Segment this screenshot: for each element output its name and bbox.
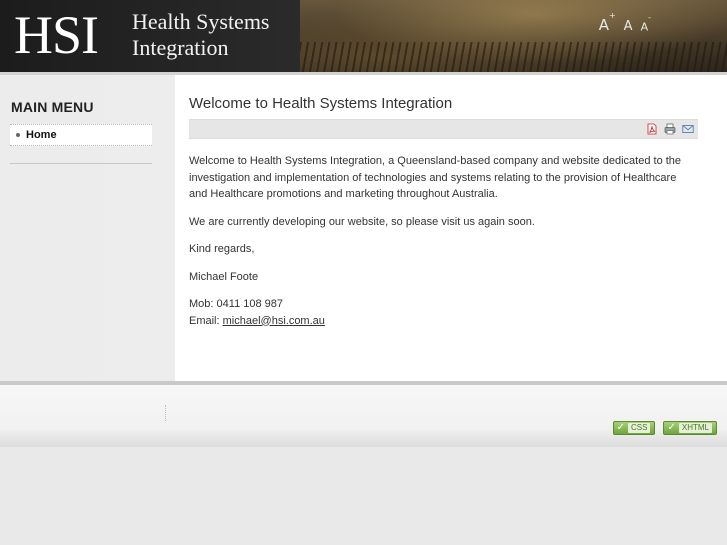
site-footer: ✓ CSS ✓ XHTML	[0, 385, 727, 447]
check-icon: ✓	[667, 422, 676, 433]
mob-label: Mob:	[189, 298, 214, 310]
page-background	[0, 447, 727, 545]
logo-name-line2[interactable]: Integration	[132, 36, 229, 60]
logo-name-line1[interactable]: Health Systems	[132, 10, 270, 34]
font-increase-button[interactable]: A+	[599, 11, 616, 34]
intro-paragraph: Welcome to Health Systems Integration, a…	[189, 155, 682, 200]
email-icon[interactable]	[682, 123, 694, 135]
main-content: Welcome to Health Systems Integration We…	[175, 75, 727, 381]
logo-abbreviation[interactable]: HSI	[14, 6, 99, 64]
article-body: Welcome to Health Systems Integration, a…	[189, 153, 694, 340]
status-paragraph: We are currently developing our website,…	[189, 215, 535, 228]
page-title: Welcome to Health Systems Integration	[189, 95, 453, 112]
signature-name: Michael Foote	[189, 270, 259, 283]
contact-block: Mob: 0411 108 987 Email: michael@hsi.com…	[189, 296, 694, 329]
sidebar-item-label: Home	[26, 129, 57, 141]
email-label: Email:	[189, 314, 220, 327]
bullet-icon	[16, 133, 20, 137]
font-size-controls: A+ A A-	[599, 11, 651, 34]
main-menu-title: MAIN MENU	[11, 99, 94, 115]
footer-separator	[165, 405, 166, 421]
pdf-icon[interactable]	[646, 123, 658, 135]
menu-divider	[10, 163, 152, 164]
sidebar: MAIN MENU Home	[0, 75, 175, 381]
xhtml-valid-badge[interactable]: ✓ XHTML	[663, 421, 717, 435]
css-valid-badge[interactable]: ✓ CSS	[612, 421, 656, 435]
mob-value: 0411 108 987	[216, 298, 284, 310]
validation-badges: ✓ CSS ✓ XHTML	[612, 421, 717, 435]
check-icon: ✓	[616, 422, 626, 433]
header-banner-grass	[300, 42, 727, 72]
font-default-button[interactable]: A	[624, 19, 633, 34]
site-header: HSI Health Systems Integration A+ A A-	[0, 0, 727, 72]
email-link[interactable]: michael@hsi.com.au	[223, 315, 325, 327]
font-decrease-button[interactable]: A-	[641, 13, 651, 34]
article-toolbar	[189, 119, 698, 139]
greeting-paragraph: Kind regards,	[189, 243, 255, 255]
sidebar-item-home[interactable]: Home	[10, 124, 152, 146]
print-icon[interactable]	[664, 123, 676, 135]
